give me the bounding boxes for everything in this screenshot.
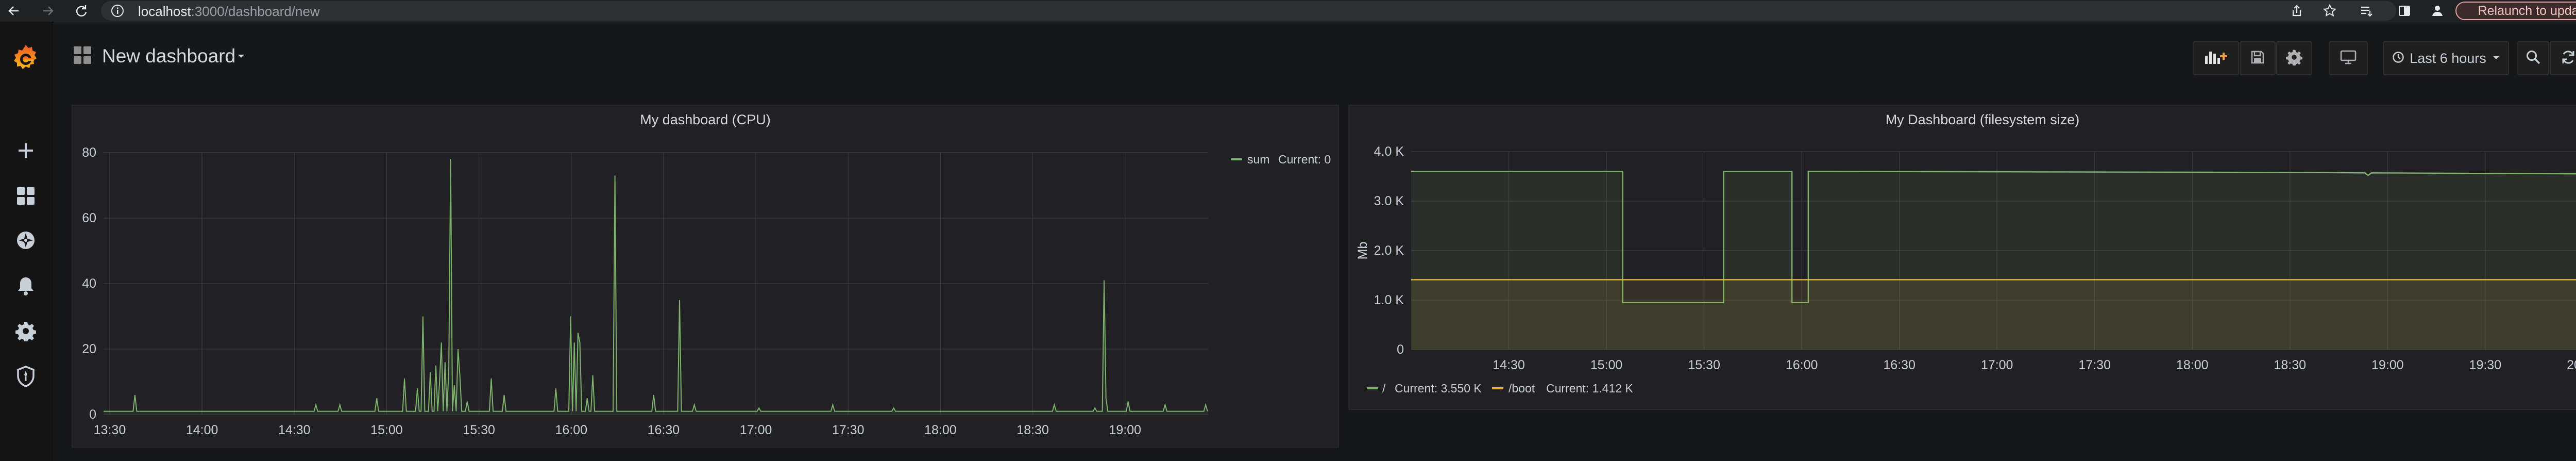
- create-plus-icon[interactable]: [11, 136, 40, 165]
- time-range-picker[interactable]: Last 6 hours: [2383, 41, 2509, 75]
- zoom-out-time-range-button[interactable]: [2517, 41, 2549, 75]
- y-tick-label: 20: [82, 342, 96, 356]
- y-tick-label: 60: [82, 211, 96, 225]
- settings-gear-icon: [2286, 49, 2302, 68]
- x-tick-label: 17:30: [2078, 358, 2111, 372]
- cpu-graph-chart[interactable]: 0 20 40 60 80 13:30 14:00 14:30 15:00 15:30 16:00 1…: [73, 106, 1338, 447]
- legend-current-value: Current: 3.550 K: [1395, 382, 1482, 395]
- x-tick-label: 18:00: [924, 423, 957, 437]
- x-tick-label: 16:00: [555, 423, 587, 437]
- y-tick-label: 0: [1397, 342, 1404, 357]
- bookmark-star-icon[interactable]: [2321, 2, 2338, 20]
- server-admin-shield-icon[interactable]: [11, 362, 40, 391]
- back-icon[interactable]: [5, 2, 23, 20]
- save-dashboard-button[interactable]: [2240, 41, 2276, 75]
- url-path: :3000/dashboard/new: [191, 4, 320, 19]
- y-tick-label: 80: [82, 145, 96, 160]
- dashboard-title[interactable]: New dashboard: [102, 45, 235, 67]
- address-bar[interactable]: localhost:3000/dashboard/new: [101, 1, 2396, 21]
- y-tick-label: 0: [89, 407, 96, 422]
- share-icon[interactable]: [2288, 2, 2306, 20]
- x-tick-label: 16:00: [1786, 358, 1818, 372]
- series-line-sum: [104, 159, 1208, 412]
- time-range-label: Last 6 hours: [2410, 50, 2486, 66]
- x-tick-label: 17:30: [832, 423, 865, 437]
- x-tick-label: 18:30: [2274, 358, 2306, 372]
- x-tick-label: 15:30: [463, 423, 495, 437]
- legend-current-value: Current: 0: [1278, 153, 1331, 166]
- profile-icon[interactable]: [2429, 2, 2446, 20]
- legend-current-value: Current: 1.412 K: [1546, 382, 1633, 395]
- series-area-boot: [1411, 279, 2576, 350]
- monitor-icon: [2340, 50, 2357, 68]
- y-tick-label: 3.0 K: [1374, 194, 1404, 208]
- search-zoom-icon: [2526, 50, 2541, 68]
- x-tick-label: 14:30: [278, 423, 311, 437]
- configuration-gear-icon[interactable]: [11, 317, 40, 345]
- url-host: localhost: [138, 4, 191, 19]
- relaunch-label: Relaunch to update: [2478, 3, 2576, 18]
- clock-icon: [2392, 51, 2404, 66]
- caret-down-icon[interactable]: [237, 53, 245, 62]
- refresh-dashboard-button[interactable]: [2550, 41, 2576, 75]
- x-tick-label: 15:30: [1688, 358, 1720, 372]
- filesystem-graph-panel: My Dashboard (filesystem size) 0 1.0 K 2.0…: [1348, 105, 2576, 410]
- filesystem-graph-chart[interactable]: 0 1.0 K 2.0 K 3.0 K 4.0 K 14:30 15:00 15:30 16:0…: [1349, 106, 2576, 409]
- relaunch-to-update-button[interactable]: Relaunch to update: [2455, 2, 2576, 20]
- explore-compass-icon[interactable]: [11, 226, 40, 255]
- dashboard-settings-button[interactable]: [2276, 41, 2312, 75]
- y-tick-label: 2.0 K: [1374, 243, 1404, 258]
- cycle-view-mode-button[interactable]: [2329, 41, 2368, 75]
- x-tick-label: 17:00: [740, 423, 772, 437]
- legend-series-name: /boot: [1509, 382, 1535, 395]
- site-info-icon[interactable]: [110, 4, 125, 22]
- add-panel-button[interactable]: [2193, 41, 2239, 75]
- y-axis-label: Mb: [1355, 242, 1370, 260]
- x-tick-label: 14:00: [186, 423, 218, 437]
- side-menu: [0, 22, 53, 461]
- x-tick-label: 13:30: [94, 423, 126, 437]
- side-panel-icon[interactable]: [2396, 2, 2413, 20]
- x-tick-label: 14:30: [1493, 358, 1525, 372]
- url-text: localhost:3000/dashboard/new: [138, 4, 320, 20]
- x-tick-label: 15:00: [370, 423, 403, 437]
- forward-icon[interactable]: [39, 2, 57, 20]
- grafana-logo-icon[interactable]: [11, 44, 40, 73]
- series-area-sum: [104, 159, 1208, 415]
- x-tick-label: 19:00: [1109, 423, 1141, 437]
- reload-icon[interactable]: [72, 2, 90, 20]
- legend-series-name: sum: [1247, 153, 1269, 166]
- x-tick-label: 18:00: [2176, 358, 2209, 372]
- add-panel-icon: [2203, 48, 2229, 69]
- x-tick-label: 19:00: [2371, 358, 2404, 372]
- save-icon: [2250, 50, 2265, 68]
- browser-toolbar: localhost:3000/dashboard/new Relaunch to…: [0, 0, 2576, 22]
- alerting-bell-icon[interactable]: [11, 272, 40, 301]
- y-tick-label: 40: [82, 276, 96, 291]
- x-tick-label: 15:00: [1590, 358, 1623, 372]
- x-tick-label: 16:30: [648, 423, 680, 437]
- reading-list-icon[interactable]: [2358, 2, 2376, 20]
- legend-series-name: /: [1382, 382, 1386, 395]
- caret-down-icon: [2493, 54, 2500, 63]
- x-tick-label: 16:30: [1883, 358, 1916, 372]
- x-tick-label: 20:00: [2567, 358, 2576, 372]
- dashboard-grid-icon: [73, 45, 92, 68]
- refresh-icon: [2561, 50, 2576, 68]
- x-tick-label: 19:30: [2469, 358, 2502, 372]
- y-tick-label: 1.0 K: [1374, 293, 1404, 307]
- x-tick-label: 18:30: [1016, 423, 1049, 437]
- dashboards-icon[interactable]: [11, 182, 40, 210]
- x-tick-label: 17:00: [1981, 358, 2013, 372]
- cpu-graph-panel: My dashboard (CPU) 0 20 40 60 80 13:30 14:00 14…: [72, 105, 1339, 448]
- y-tick-label: 4.0 K: [1374, 144, 1404, 159]
